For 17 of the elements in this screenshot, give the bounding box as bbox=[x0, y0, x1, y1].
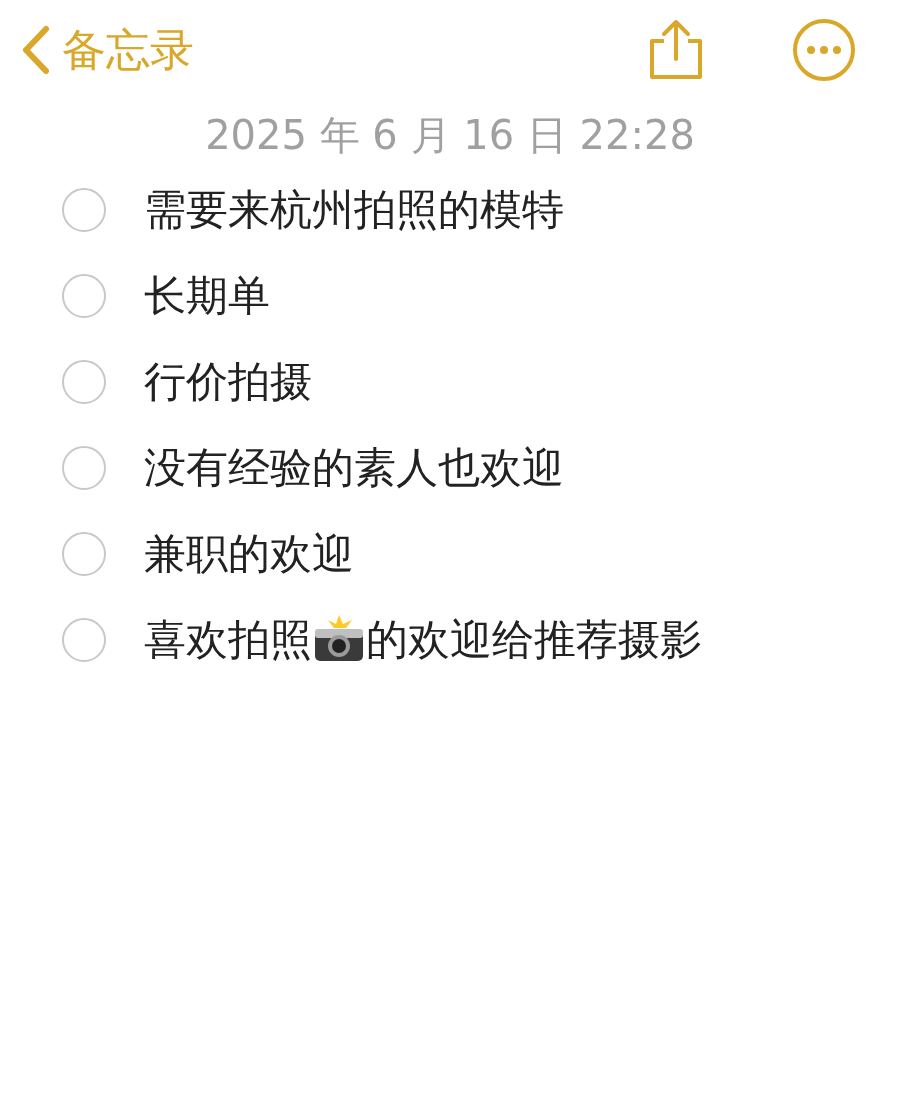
checklist-text: 没有经验的素人也欢迎 bbox=[144, 442, 564, 494]
note-date: 2025 年 6 月 16 日 22:28 bbox=[204, 111, 696, 160]
checkbox[interactable] bbox=[62, 274, 106, 318]
checklist-text: 兼职的欢迎 bbox=[144, 528, 354, 580]
back-button[interactable]: 备忘录 bbox=[20, 20, 194, 80]
checklist-text: 喜欢拍照 bbox=[144, 614, 312, 666]
checkbox[interactable] bbox=[62, 188, 106, 232]
chevron-left-icon bbox=[20, 25, 50, 75]
checklist-text: 长期单 bbox=[144, 270, 270, 322]
checklist-text: 的欢迎给推荐摄影 bbox=[366, 614, 702, 666]
checklist-text: 行价拍摄 bbox=[144, 356, 312, 408]
checklist-text: 需要来杭州拍照的模特 bbox=[144, 184, 564, 236]
checkbox[interactable] bbox=[62, 532, 106, 576]
more-button[interactable] bbox=[792, 18, 856, 82]
checkbox[interactable] bbox=[62, 618, 106, 662]
checkbox[interactable] bbox=[62, 360, 106, 404]
checkbox[interactable] bbox=[62, 446, 106, 490]
